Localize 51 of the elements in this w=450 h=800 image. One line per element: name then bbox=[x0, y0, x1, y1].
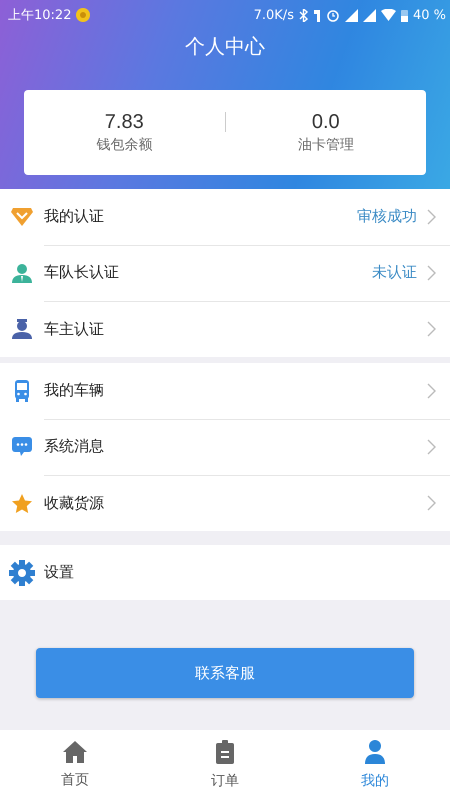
menu-row[interactable]: 车主认证 bbox=[0, 301, 450, 357]
menu-row[interactable]: 车队长认证 未认证 bbox=[0, 245, 450, 301]
menu-row[interactable]: 系统消息 bbox=[0, 419, 450, 475]
menu-label: 系统消息 bbox=[44, 437, 105, 456]
status-text: 未认证 bbox=[372, 263, 417, 282]
gear-icon bbox=[9, 560, 35, 586]
network-speed: 7.0K/s bbox=[254, 8, 294, 22]
bluetooth-icon bbox=[298, 8, 308, 22]
bus-icon bbox=[14, 380, 30, 402]
signal-icon bbox=[362, 8, 376, 22]
settings-row[interactable]: 设置 bbox=[0, 545, 450, 600]
summary-value: 7.83 bbox=[104, 111, 145, 134]
summary-label[interactable]: 油卡管理 bbox=[226, 136, 426, 154]
menu-label: 收藏货源 bbox=[44, 494, 105, 512]
menu-label: 车主认证 bbox=[44, 320, 105, 338]
chevron-icon bbox=[427, 438, 436, 454]
wifi-icon bbox=[380, 9, 396, 21]
battery-level: 40 % bbox=[412, 8, 446, 22]
menu-label: 我的认证 bbox=[44, 207, 105, 226]
tab-item[interactable]: 我的 bbox=[300, 730, 450, 800]
summary-label[interactable]: 钱包余额 bbox=[24, 136, 224, 154]
star-icon bbox=[12, 494, 32, 512]
tab-item[interactable]: 首页 bbox=[0, 730, 150, 800]
menu-row[interactable]: 收藏货源 bbox=[0, 475, 450, 531]
battery-icon bbox=[400, 8, 408, 22]
signal-icon bbox=[344, 8, 358, 22]
message-icon bbox=[12, 437, 32, 457]
chevron-icon bbox=[427, 264, 436, 280]
diamond-icon bbox=[11, 208, 33, 226]
menu-label: 设置 bbox=[44, 563, 75, 582]
person-icon bbox=[365, 740, 385, 764]
person-icon bbox=[12, 319, 32, 339]
menu-label: 车队长认证 bbox=[44, 263, 120, 282]
summary-value: 0.0 bbox=[310, 111, 341, 134]
status-time: 上午10:22 bbox=[8, 7, 72, 24]
home-icon bbox=[63, 741, 87, 763]
clipboard-icon bbox=[216, 740, 234, 764]
chevron-icon bbox=[427, 208, 436, 224]
alarm-icon bbox=[326, 8, 340, 22]
tab-item[interactable]: 订单 bbox=[150, 730, 300, 800]
person-icon bbox=[12, 263, 32, 283]
page-title: 个人中心 bbox=[184, 33, 266, 60]
vibrate-icon bbox=[312, 8, 321, 22]
menu-row[interactable]: 我的认证 审核成功 bbox=[0, 189, 450, 245]
menu-row[interactable]: 我的车辆 bbox=[0, 363, 450, 419]
status-text: 审核成功 bbox=[357, 207, 417, 226]
chevron-icon bbox=[427, 382, 436, 398]
menu-label: 我的车辆 bbox=[44, 381, 105, 400]
chevron-icon bbox=[427, 321, 436, 337]
chevron-icon bbox=[427, 495, 436, 511]
coin-icon bbox=[76, 8, 90, 22]
